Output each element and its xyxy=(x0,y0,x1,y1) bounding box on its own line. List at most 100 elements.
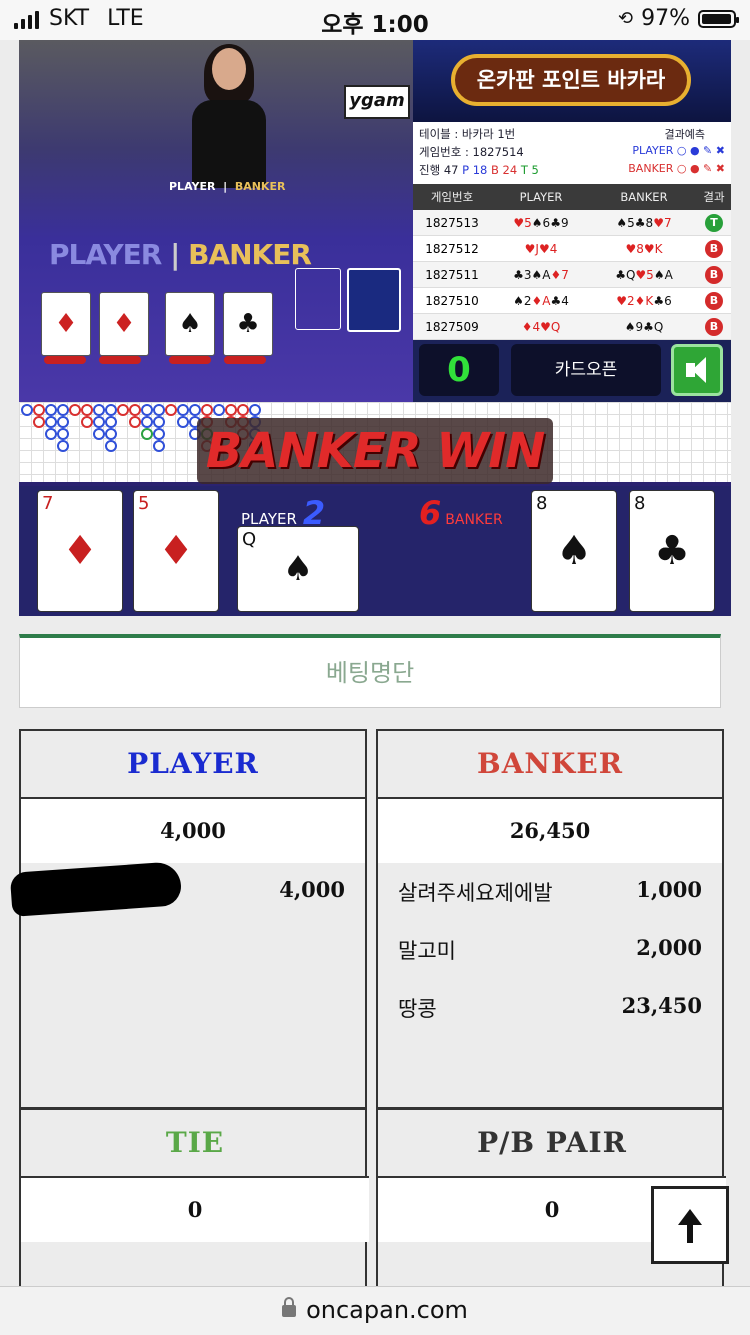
countdown: 0 xyxy=(419,344,499,396)
table-player-label: PLAYER xyxy=(169,180,216,193)
player-cards-cell: ♥5♠6♣9 xyxy=(513,215,569,230)
road-marker xyxy=(45,404,57,416)
table-row: 1827512 ♥J♥4 ♥8♥K B xyxy=(413,236,731,262)
banker-cards-cell: ♠5♣8♥7 xyxy=(616,215,672,230)
address-bar[interactable]: oncapan.com xyxy=(0,1286,750,1335)
scroll-top-button[interactable] xyxy=(651,1186,729,1264)
road-marker xyxy=(153,428,165,440)
bet-amount: 23,450 xyxy=(621,993,702,1018)
road-marker xyxy=(57,440,69,452)
bettor-name: 살려주세요제에발 xyxy=(398,881,553,905)
pair-title: P/B PAIR xyxy=(378,1110,726,1178)
tie-total: 0 xyxy=(21,1178,369,1242)
road-marker xyxy=(141,428,153,440)
betting-list-header: 베팅명단 xyxy=(19,634,721,708)
road-marker xyxy=(69,404,81,416)
road-marker xyxy=(57,416,69,428)
bet-amount: 2,000 xyxy=(636,935,702,960)
list-item: 말고미 2,000 xyxy=(378,921,722,979)
game-number: 게임번호 : 1827514 xyxy=(419,145,524,159)
player-card-2: 5 ♦ xyxy=(133,490,219,612)
banker-cards-cell: ♣Q♥5♠A xyxy=(615,267,673,282)
lock-icon xyxy=(282,1297,297,1317)
road-marker xyxy=(225,404,237,416)
table-row: 1827510 ♠2♦A♣4 ♥2♦K♣6 B xyxy=(413,288,731,314)
banker-card-2: 8 ♣ xyxy=(629,490,715,612)
game-no-cell: 1827509 xyxy=(425,319,479,334)
banker-cards-cell: ♥2♦K♣6 xyxy=(616,293,672,308)
player-card-3: Q ♠ xyxy=(237,526,359,612)
game-no-cell: 1827513 xyxy=(425,215,479,230)
big-banker-text: BANKER xyxy=(188,238,312,271)
result-badge: B xyxy=(705,265,723,284)
predict-banker[interactable]: BANKER ○ ● ✎ ✖ xyxy=(628,162,725,175)
road-marker xyxy=(105,428,117,440)
road-marker xyxy=(81,404,93,416)
banker-total: 26,450 xyxy=(378,799,722,863)
card-open-button[interactable]: 카드오픈 xyxy=(511,344,661,396)
sound-toggle-icon[interactable] xyxy=(671,344,723,396)
battery-percent: 97% xyxy=(641,6,690,31)
road-marker xyxy=(33,404,45,416)
road-marker xyxy=(177,416,189,428)
player-score-label: PLAYER 2 xyxy=(241,494,326,532)
card: ♠ xyxy=(165,292,215,356)
banker-cards-cell: ♥8♥K xyxy=(625,241,663,256)
road-marker xyxy=(21,404,33,416)
col-banker: BANKER xyxy=(620,190,668,204)
road-marker xyxy=(165,404,177,416)
progress-label: 진행 47 xyxy=(419,163,459,177)
predict-player[interactable]: PLAYER ○ ● ✎ ✖ xyxy=(632,144,725,157)
road-marker xyxy=(153,440,165,452)
dealer-image xyxy=(184,44,274,188)
road-marker xyxy=(45,428,57,440)
game-panel: 온카판 포인트 바카라 테이블 : 바카라 1번 게임번호 : 1827514 … xyxy=(413,40,731,402)
banker-count: B 24 xyxy=(491,163,518,177)
table-row: 1827511 ♣3♠A♦7 ♣Q♥5♠A B xyxy=(413,262,731,288)
status-bar: SKT LTE 오후 1:00 ⟲ 97% xyxy=(0,0,750,40)
road-marker xyxy=(189,404,201,416)
road-marker xyxy=(153,404,165,416)
road-marker xyxy=(93,416,105,428)
url-text: oncapan.com xyxy=(306,1296,468,1324)
result-badge: T xyxy=(705,213,723,232)
table-row: 1827509 ♦4♥Q ♠9♣Q B xyxy=(413,314,731,340)
road-marker xyxy=(45,416,57,428)
game-no-cell: 1827510 xyxy=(425,293,479,308)
player-count: P 18 xyxy=(462,163,488,177)
big-player-text: PLAYER xyxy=(49,238,162,271)
banker-bets: BANKER 26,450 살려주세요제에발 1,000 말고미 2,000 땅… xyxy=(376,729,724,1109)
road-marker xyxy=(129,416,141,428)
list-item: 4,000 xyxy=(9,861,365,921)
road-marker xyxy=(117,404,129,416)
col-game-no: 게임번호 xyxy=(430,190,474,204)
road-marker xyxy=(105,440,117,452)
history-header: 게임번호 PLAYER BANKER 결과 xyxy=(413,184,731,210)
history-table: 게임번호 PLAYER BANKER 결과 1827513 ♥5♠6♣9 ♠5♣8♥… xyxy=(413,184,731,340)
card: ♦ xyxy=(99,292,149,356)
road-marker xyxy=(153,416,165,428)
card: ♦ xyxy=(41,292,91,356)
road-marker xyxy=(141,416,153,428)
bet-amount: 4,000 xyxy=(279,877,345,902)
result-badge: B xyxy=(705,291,723,310)
banker-score: 6 xyxy=(419,494,442,532)
banker-cards-cell: ♠9♣Q xyxy=(624,319,664,334)
road-marker xyxy=(105,416,117,428)
video-logo: ygam xyxy=(344,85,410,119)
video-player-cards: ♦ ♦ xyxy=(41,292,149,356)
player-cards-cell: ♦4♥Q xyxy=(521,319,561,334)
table-name: 테이블 : 바카라 1번 xyxy=(419,127,516,141)
road-marker xyxy=(129,404,141,416)
win-banner: BANKER WIN xyxy=(197,418,553,484)
player-cards-cell: ♠2♦A♣4 xyxy=(513,293,569,308)
col-result: 결과 xyxy=(703,190,725,204)
tie-title: TIE xyxy=(21,1110,369,1178)
tie-bets: TIE 0 xyxy=(19,1108,369,1298)
game-no-cell: 1827511 xyxy=(425,267,479,282)
prediction-label: 결과예측 xyxy=(664,128,705,141)
road-marker xyxy=(93,428,105,440)
player-total: 4,000 xyxy=(21,799,365,863)
result-badge: B xyxy=(705,239,723,258)
game-info: 테이블 : 바카라 1번 게임번호 : 1827514 진행 47 P 18 B… xyxy=(413,122,731,182)
